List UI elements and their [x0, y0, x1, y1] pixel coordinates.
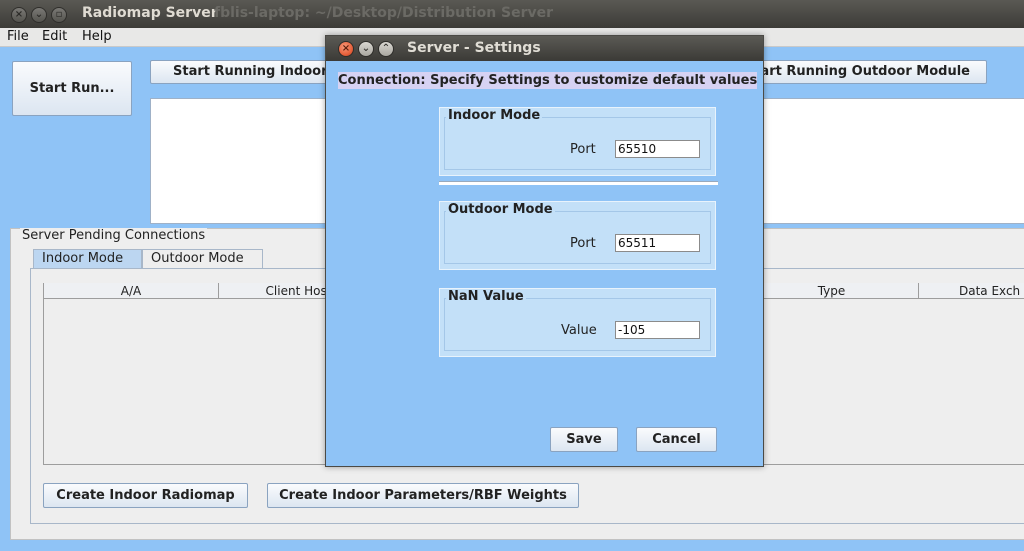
start-outdoor-button[interactable]: Start Running Outdoor Module	[730, 60, 987, 84]
cancel-button[interactable]: Cancel	[636, 427, 717, 452]
menu-edit[interactable]: Edit	[42, 29, 67, 44]
menu-file[interactable]: File	[7, 29, 29, 44]
indoor-port-field[interactable]	[615, 140, 700, 158]
column-header-type[interactable]: Type	[745, 283, 919, 299]
settings-dialog: × ⌄ ⌃ Server - Settings Connection: Spec…	[325, 35, 764, 467]
dialog-close-icon[interactable]: ×	[338, 41, 354, 57]
menu-help[interactable]: Help	[82, 29, 112, 44]
create-parameters-button[interactable]: Create Indoor Parameters/RBF Weights	[267, 483, 579, 508]
window-title: Radiomap Server	[82, 5, 218, 21]
background-window-title: fblis-laptop: ~/Desktop/Distribution Ser…	[214, 5, 554, 21]
column-header-aa[interactable]: A/A	[44, 283, 219, 299]
tab-outdoor-mode[interactable]: Outdoor Mode	[142, 249, 263, 268]
main-titlebar: × ⌄ ▫ Radiomap Server fblis-laptop: ~/De…	[0, 0, 1024, 28]
outdoor-mode-title: Outdoor Mode	[446, 202, 555, 217]
nan-value-group: NaN Value Value	[439, 288, 716, 357]
dialog-maximize-icon[interactable]: ⌃	[378, 41, 394, 57]
dialog-titlebar: × ⌄ ⌃ Server - Settings	[326, 36, 763, 61]
column-header-data-exchange[interactable]: Data Exch	[919, 283, 1024, 299]
nan-value-field[interactable]	[615, 321, 700, 339]
nan-value-label: Value	[561, 323, 597, 338]
close-icon[interactable]: ×	[11, 7, 27, 23]
create-radiomap-button[interactable]: Create Indoor Radiomap	[43, 483, 248, 508]
maximize-icon[interactable]: ▫	[51, 7, 67, 23]
dialog-title: Server - Settings	[407, 40, 541, 56]
start-indoor-button[interactable]: Start Running Indoor Module	[150, 60, 350, 84]
outdoor-port-label: Port	[570, 236, 596, 251]
indoor-mode-title: Indoor Mode	[446, 108, 543, 123]
minimize-icon[interactable]: ⌄	[31, 7, 47, 23]
start-run-button[interactable]: Start Run...	[12, 61, 132, 116]
connection-label: Connection: Specify Settings to customiz…	[338, 72, 758, 89]
dialog-minimize-icon[interactable]: ⌄	[358, 41, 374, 57]
group-separator	[439, 181, 718, 185]
pending-connections-label: Server Pending Connections	[20, 228, 208, 243]
tab-indoor-mode[interactable]: Indoor Mode	[33, 249, 142, 268]
indoor-mode-group: Indoor Mode Port	[439, 107, 716, 176]
save-button[interactable]: Save	[550, 427, 618, 452]
outdoor-port-field[interactable]	[615, 234, 700, 252]
nan-value-title: NaN Value	[446, 289, 526, 304]
indoor-port-label: Port	[570, 142, 596, 157]
outdoor-mode-group: Outdoor Mode Port	[439, 201, 716, 270]
